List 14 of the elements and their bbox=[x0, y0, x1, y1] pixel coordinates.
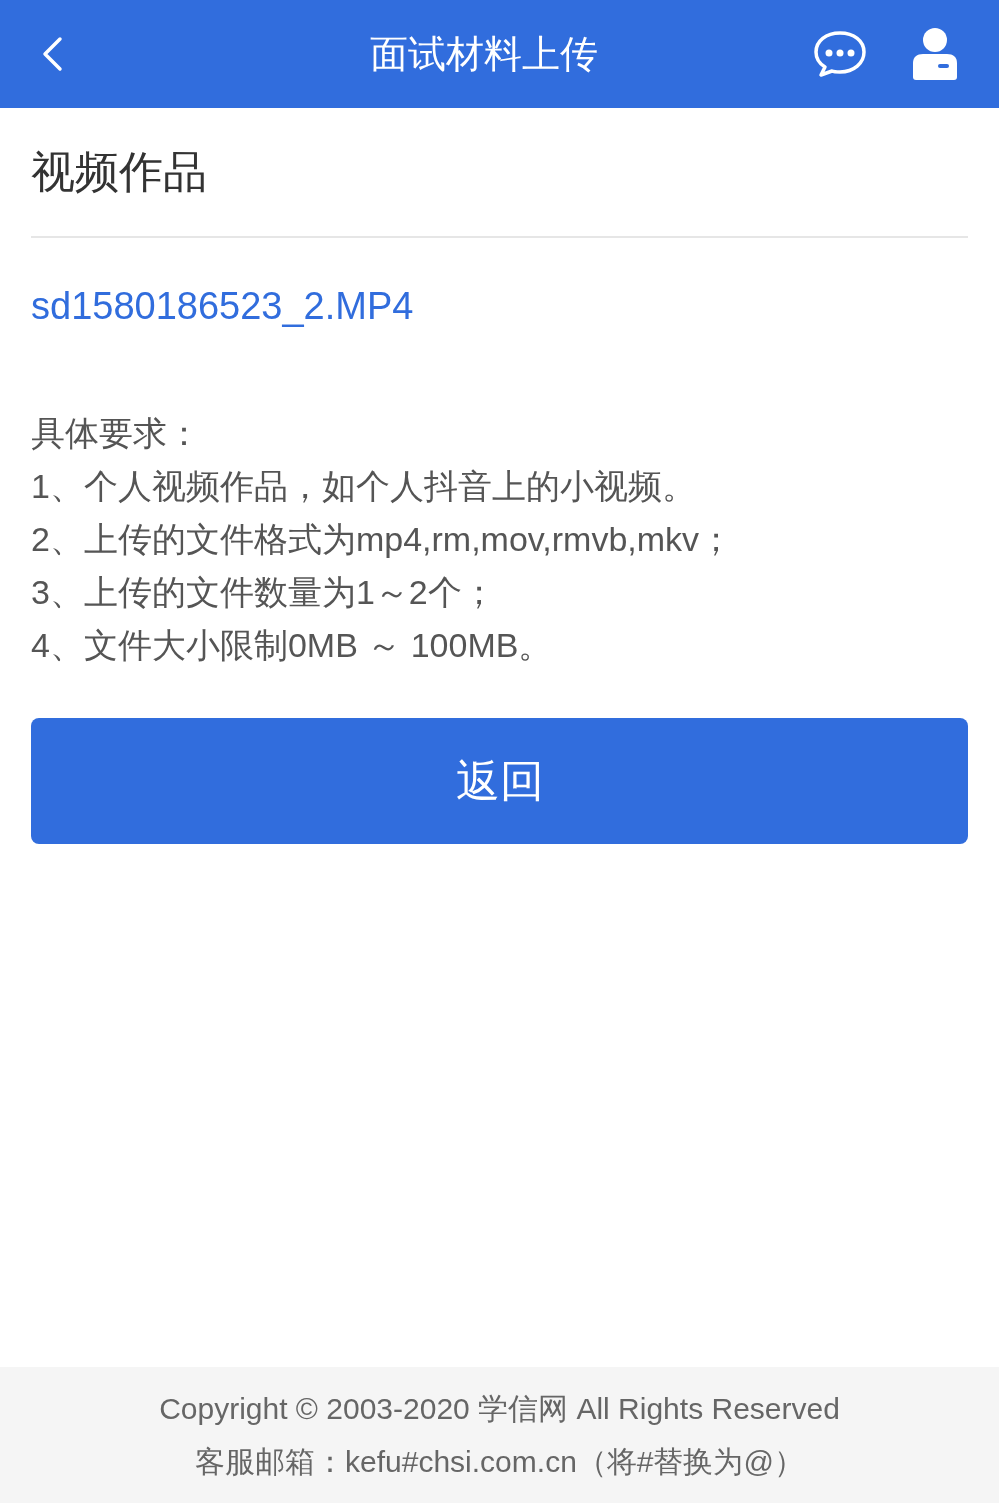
back-button[interactable]: 返回 bbox=[31, 718, 968, 844]
requirement-item: 3、上传的文件数量为1～2个； bbox=[31, 572, 497, 613]
requirement-item: 1、个人视频作品，如个人抖音上的小视频。 bbox=[31, 466, 697, 507]
requirement-item: 2、上传的文件格式为mp4,rm,mov,rmvb,mkv； bbox=[31, 519, 735, 560]
back-icon[interactable] bbox=[40, 36, 64, 72]
file-link[interactable]: sd1580186523_2.MP4 bbox=[31, 278, 414, 335]
copyright-text: Copyright © 2003-2020 学信网 All Rights Reserved bbox=[159, 1391, 840, 1427]
user-icon[interactable] bbox=[911, 27, 959, 81]
requirement-item: 4、文件大小限制0MB ～ 100MB。 bbox=[31, 625, 554, 666]
page-title: 面试材料上传 bbox=[369, 31, 598, 77]
chat-bubble-icon[interactable] bbox=[813, 30, 867, 78]
requirements-heading: 具体要求： bbox=[31, 413, 202, 454]
contact-text: 客服邮箱：kefu#chsi.com.cn（将#替换为@） bbox=[195, 1444, 804, 1480]
section-title: 视频作品 bbox=[31, 108, 968, 238]
